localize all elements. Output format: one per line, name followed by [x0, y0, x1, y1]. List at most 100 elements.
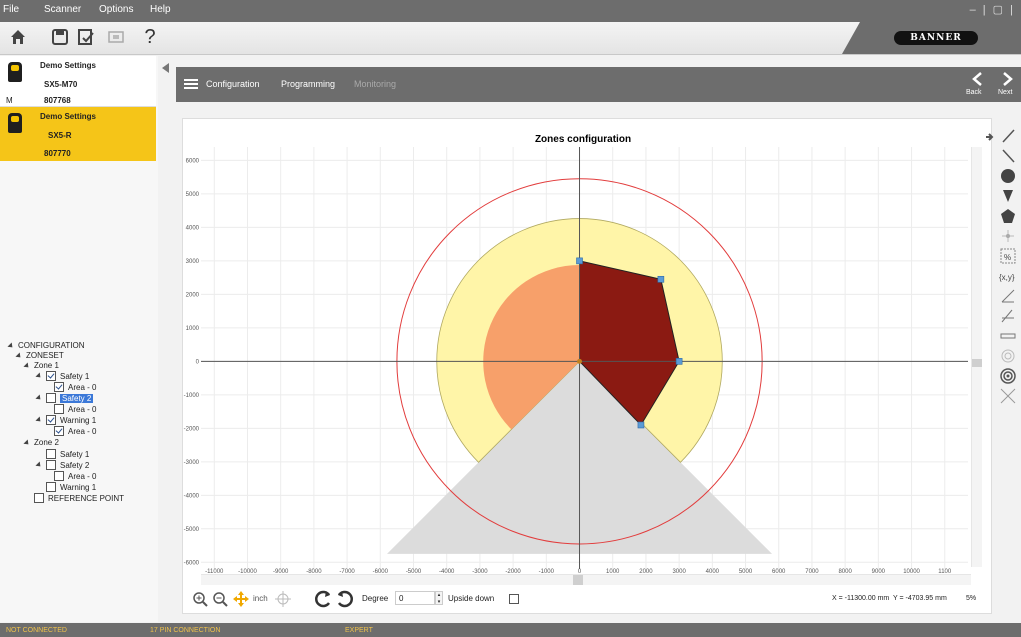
- xy-tool-icon[interactable]: {x,y}: [997, 266, 1019, 286]
- polygon-handle[interactable]: [675, 358, 683, 365]
- horizontal-scroll-thumb[interactable]: [573, 575, 583, 585]
- y-tick-label: -6000: [184, 560, 200, 566]
- sensor-icon: [8, 113, 22, 133]
- y-tick-label: -5000: [184, 527, 200, 533]
- drawing-toolbar: % {x,y}: [986, 126, 1021, 416]
- edit-line-tool-icon[interactable]: [997, 286, 1019, 306]
- target-tool-icon[interactable]: [997, 366, 1019, 386]
- device-serial: 807768: [44, 96, 71, 105]
- tree-warning1[interactable]: Warning 1: [35, 415, 96, 425]
- menu-help[interactable]: Help: [150, 4, 171, 15]
- home-icon[interactable]: [6, 25, 30, 49]
- fit-icon[interactable]: [275, 591, 291, 607]
- degree-label: Degree: [362, 594, 389, 603]
- line-tool-icon[interactable]: [997, 126, 1019, 146]
- sector-tool-icon[interactable]: [997, 186, 1019, 206]
- horizontal-scrollbar[interactable]: [201, 574, 971, 585]
- chart-card: Zones configuration -6000 -5000 -4000 -3000…: [182, 118, 992, 614]
- menu-options[interactable]: Options: [99, 4, 133, 15]
- tab-programming[interactable]: Programming: [281, 79, 335, 89]
- y-tick-label: 0: [196, 359, 200, 365]
- status-bar: NOT CONNECTED 17 PIN CONNECTION EXPERT: [0, 623, 1021, 637]
- tree-reference-point[interactable]: REFERENCE POINT: [34, 493, 124, 503]
- upside-down-checkbox[interactable]: [509, 594, 519, 604]
- tree-zone2[interactable]: Zone 2: [23, 438, 59, 447]
- rotate-left-icon[interactable]: [315, 590, 333, 608]
- pan-icon[interactable]: [232, 590, 250, 608]
- banner-logo: BANNER: [894, 31, 978, 45]
- tree-configuration[interactable]: CONFIGURATION: [7, 341, 85, 350]
- next-button[interactable]: Next: [998, 89, 1012, 96]
- tree-z2-area0[interactable]: Area - 0: [54, 471, 96, 481]
- device-model: SX5-M70: [44, 80, 78, 89]
- device-serial: 807770: [44, 149, 71, 158]
- y-tick-label: -4000: [184, 493, 200, 499]
- cursor-coordinates: X = -11300.00 mm Y = -4703.95 mm: [832, 595, 947, 602]
- tab-monitoring[interactable]: Monitoring: [354, 79, 396, 89]
- user-mode-status: EXPERT: [345, 627, 373, 634]
- tree-area0-b[interactable]: Area - 0: [54, 404, 96, 414]
- tree-area0-c[interactable]: Area - 0: [54, 426, 96, 436]
- device-name: Demo Settings: [40, 61, 97, 70]
- save-icon[interactable]: [48, 25, 72, 49]
- y-tick-label: -3000: [184, 460, 200, 466]
- tree-z2-warning1[interactable]: Warning 1: [46, 482, 96, 492]
- tab-configuration[interactable]: Configuration: [206, 79, 260, 89]
- point-tool-icon[interactable]: [997, 226, 1019, 246]
- zoom-out-icon[interactable]: [212, 591, 228, 607]
- y-tick-label: -2000: [184, 426, 200, 432]
- device-name: Demo Settings: [40, 112, 97, 121]
- tree-z2-safety2[interactable]: Safety 2: [35, 460, 89, 470]
- rotate-right-icon[interactable]: [335, 590, 353, 608]
- degree-spinner[interactable]: ▴ ▾: [435, 591, 443, 605]
- rays-tool-icon[interactable]: [997, 386, 1019, 406]
- percent-tool-icon[interactable]: %: [997, 246, 1019, 266]
- y-tick-label: 6000: [186, 158, 200, 164]
- svg-text:%: %: [1004, 253, 1011, 262]
- help-icon[interactable]: ?: [138, 25, 162, 49]
- line-down-tool-icon[interactable]: [997, 146, 1019, 166]
- collapse-panel-icon[interactable]: [162, 63, 169, 73]
- y-tick-label: 1000: [186, 326, 200, 332]
- menu-scanner[interactable]: Scanner: [44, 4, 81, 15]
- tree-z2-safety1[interactable]: Safety 1: [46, 449, 89, 459]
- tree-safety2[interactable]: Safety 2: [35, 393, 94, 403]
- scan-tool-icon[interactable]: [997, 346, 1019, 366]
- menu-bar: File Scanner Options Help – | ▢ |: [0, 0, 1021, 22]
- vertical-scroll-thumb[interactable]: [972, 359, 982, 367]
- polygon-handle[interactable]: [657, 275, 665, 283]
- device-model: SX5-R: [48, 131, 72, 140]
- circle-tool-icon[interactable]: [997, 166, 1019, 186]
- upside-down-label: Upside down: [448, 594, 495, 603]
- expand-arrow-icon[interactable]: [984, 132, 994, 142]
- polygon-handle[interactable]: [576, 257, 583, 265]
- back-chevron-icon[interactable]: [971, 72, 983, 86]
- next-chevron-icon[interactable]: [1002, 72, 1014, 86]
- polygon-handle[interactable]: [637, 421, 645, 429]
- polygon-tool-icon[interactable]: [997, 206, 1019, 226]
- device-item[interactable]: Demo Settings SX5-M70 M 807768: [0, 56, 156, 107]
- zones-chart[interactable]: Zones configuration -6000 -5000 -4000 -3000…: [183, 119, 991, 589]
- zoom-in-icon[interactable]: [192, 591, 208, 607]
- unit-toggle[interactable]: inch: [253, 594, 268, 603]
- nav-bar: Configuration Programming Monitoring Bac…: [176, 67, 1021, 102]
- vertical-scrollbar[interactable]: [971, 147, 982, 567]
- tree-safety1[interactable]: Safety 1: [35, 371, 89, 381]
- hamburger-icon[interactable]: [184, 79, 198, 89]
- pin-connection-status: 17 PIN CONNECTION: [150, 627, 221, 634]
- window-controls[interactable]: – | ▢ |: [970, 3, 1015, 16]
- tree-zone1[interactable]: Zone 1: [23, 361, 59, 370]
- tree-zoneset[interactable]: ZONESET: [15, 351, 64, 360]
- export-icon[interactable]: [104, 25, 128, 49]
- svg-text:{x,y}: {x,y}: [999, 273, 1015, 282]
- degree-input[interactable]: 0: [395, 591, 435, 605]
- tree-area0-a[interactable]: Area - 0: [54, 382, 96, 392]
- y-tick-label: 5000: [186, 192, 200, 198]
- zoom-level: 5%: [966, 595, 977, 602]
- angle-tool-icon[interactable]: [997, 306, 1019, 326]
- back-button[interactable]: Back: [966, 89, 982, 96]
- verify-icon[interactable]: [74, 25, 98, 49]
- menu-file[interactable]: File: [3, 4, 19, 15]
- device-item-selected[interactable]: Demo Settings SX5-R 807770: [0, 107, 156, 161]
- measure-tool-icon[interactable]: [997, 326, 1019, 346]
